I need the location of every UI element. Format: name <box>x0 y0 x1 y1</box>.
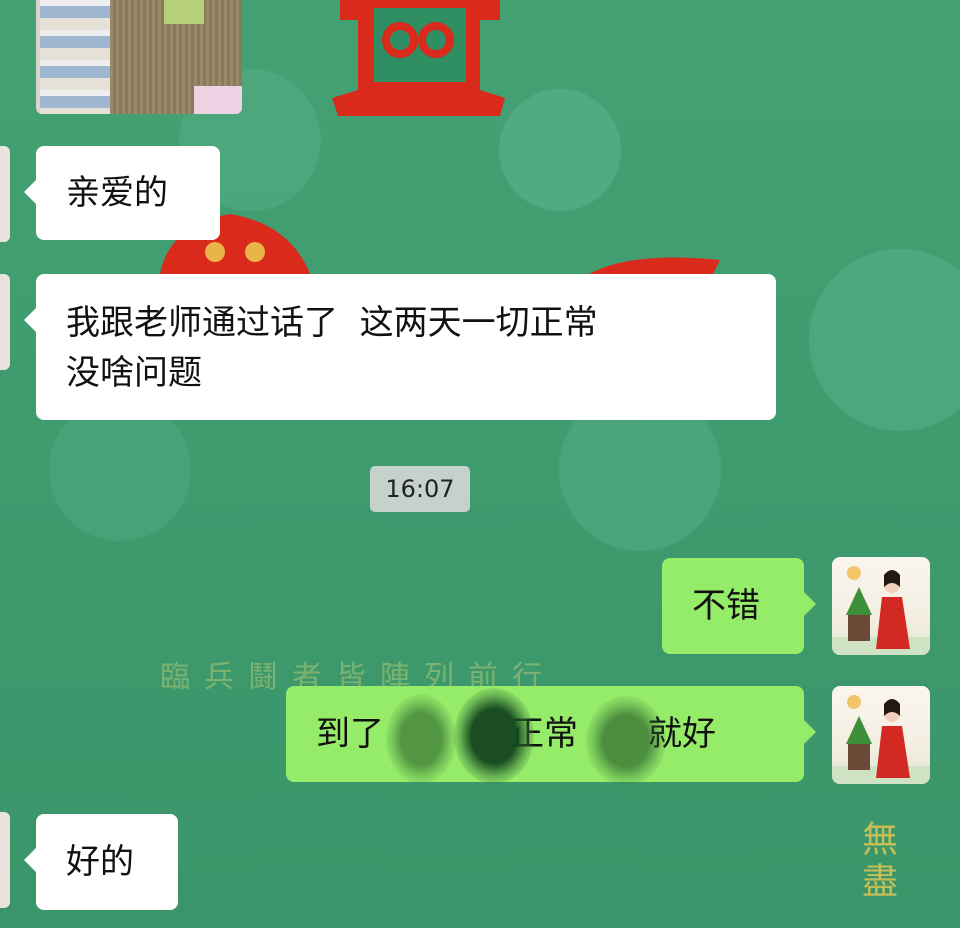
user-avatar-icon <box>832 566 930 655</box>
message-bubble-outgoing[interactable]: 到了 正常 就好 <box>286 686 816 786</box>
photo-pink-item <box>194 86 242 114</box>
message-text: 亲爱的 <box>66 173 168 213</box>
message-text: 不错 <box>692 586 760 626</box>
timestamp: 16:07 <box>370 466 470 512</box>
message-text: 好的 <box>66 842 134 882</box>
chat-wallpaper: 臨兵鬪者皆陣列前行 無盡 <box>0 0 960 928</box>
message-bubble-incoming[interactable]: 亲爱的 <box>24 146 220 240</box>
message-bubble-incoming[interactable]: 好的 <box>24 814 178 910</box>
avatar[interactable] <box>832 557 930 655</box>
message-bubble-incoming[interactable]: 我跟老师通过话了 这两天一切正常 没啥问题 <box>24 274 776 420</box>
avatar[interactable] <box>832 686 930 784</box>
message-text-line: 没啥问题 <box>66 353 202 393</box>
blur-smudge <box>586 696 666 786</box>
user-avatar-icon <box>832 695 930 784</box>
blur-smudge <box>454 688 534 784</box>
blur-smudge <box>386 694 456 784</box>
message-bubble-outgoing[interactable]: 不错 <box>662 558 816 654</box>
avatar[interactable] <box>0 146 10 242</box>
avatar[interactable] <box>0 274 10 370</box>
message-text-line: 我跟老师通过话了 这两天一切正常 <box>66 303 598 343</box>
wallpaper-red-ornament-top <box>332 0 505 116</box>
photo-cart <box>164 0 204 24</box>
wallpaper-vertical-text: 無盡 <box>856 820 897 904</box>
image-message[interactable] <box>36 0 242 114</box>
avatar[interactable] <box>0 812 10 908</box>
message-text-segment: 到了 <box>316 714 384 754</box>
photo-shelf <box>40 0 110 114</box>
